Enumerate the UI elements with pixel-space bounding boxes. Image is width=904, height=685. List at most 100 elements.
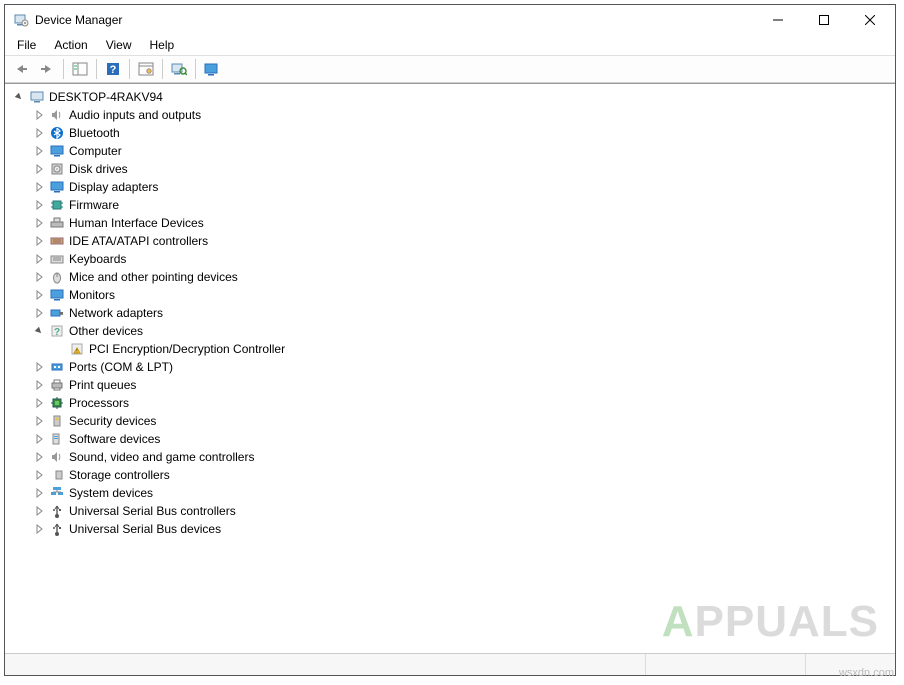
toolbar-separator (63, 59, 64, 79)
tree-category-node[interactable]: Universal Serial Bus devices (7, 520, 893, 538)
collapse-icon[interactable] (31, 323, 47, 339)
tree-node-label: Security devices (69, 414, 156, 428)
expand-icon[interactable] (31, 413, 47, 429)
menu-action[interactable]: Action (46, 36, 95, 54)
toolbar-properties-button[interactable] (134, 58, 158, 80)
statusbar (5, 653, 895, 675)
toolbar-separator (96, 59, 97, 79)
expand-icon[interactable] (31, 269, 47, 285)
expand-icon (51, 341, 67, 357)
device-manager-window: Device Manager File Action View Help (4, 4, 896, 676)
computer-icon (29, 89, 45, 105)
expand-icon[interactable] (31, 233, 47, 249)
tree-category-node[interactable]: Software devices (7, 430, 893, 448)
tree-category-node[interactable]: Audio inputs and outputs (7, 106, 893, 124)
tree-category-node[interactable]: Ports (COM & LPT) (7, 358, 893, 376)
svg-text:?: ? (54, 327, 60, 338)
tree-node-label: Mice and other pointing devices (69, 270, 238, 284)
usb-icon (49, 503, 65, 519)
tree-node-label: Sound, video and game controllers (69, 450, 254, 464)
close-button[interactable] (847, 5, 893, 35)
toolbar-back-button[interactable] (9, 58, 33, 80)
device-tree-panel[interactable]: DESKTOP-4RAKV94 Audio inputs and outputsB… (5, 83, 895, 653)
expand-icon[interactable] (31, 197, 47, 213)
tree-category-node[interactable]: Universal Serial Bus controllers (7, 502, 893, 520)
toolbar-scan-hardware-button[interactable] (167, 58, 191, 80)
tree-category-node[interactable]: System devices (7, 484, 893, 502)
expand-icon[interactable] (31, 179, 47, 195)
tree-category-node[interactable]: Firmware (7, 196, 893, 214)
toolbar-separator (129, 59, 130, 79)
tree-category-node[interactable]: Print queues (7, 376, 893, 394)
statusbar-pane-2 (645, 654, 805, 675)
expand-icon[interactable] (31, 125, 47, 141)
network-icon (49, 305, 65, 321)
toolbar-forward-button[interactable] (35, 58, 59, 80)
collapse-icon[interactable] (11, 89, 27, 105)
tree-category-node[interactable]: Disk drives (7, 160, 893, 178)
tree-category-node[interactable]: Monitors (7, 286, 893, 304)
expand-icon[interactable] (31, 431, 47, 447)
menu-help[interactable]: Help (142, 36, 183, 54)
expand-icon[interactable] (31, 287, 47, 303)
statusbar-pane-3 (805, 654, 895, 675)
menubar: File Action View Help (5, 35, 895, 55)
toolbar-separator (162, 59, 163, 79)
window-controls (755, 5, 893, 35)
menu-view[interactable]: View (98, 36, 140, 54)
tree-category-node[interactable]: Display adapters (7, 178, 893, 196)
tree-category-node[interactable]: Mice and other pointing devices (7, 268, 893, 286)
tree-category-node[interactable]: Network adapters (7, 304, 893, 322)
tree-root-node[interactable]: DESKTOP-4RAKV94 (7, 88, 893, 106)
toolbar-help-button[interactable]: ? (101, 58, 125, 80)
expand-icon[interactable] (31, 251, 47, 267)
usb-icon (49, 521, 65, 537)
expand-icon[interactable] (31, 485, 47, 501)
tree-category-node[interactable]: ?Other devices (7, 322, 893, 340)
expand-icon[interactable] (31, 449, 47, 465)
expand-icon[interactable] (31, 305, 47, 321)
port-icon (49, 359, 65, 375)
tree-node-label: Computer (69, 144, 122, 158)
tree-category-node[interactable]: Security devices (7, 412, 893, 430)
menu-file[interactable]: File (9, 36, 44, 54)
tree-node-label: DESKTOP-4RAKV94 (49, 90, 163, 104)
expand-icon[interactable] (31, 503, 47, 519)
monitor-icon (49, 287, 65, 303)
tree-category-node[interactable]: Processors (7, 394, 893, 412)
expand-icon[interactable] (31, 215, 47, 231)
maximize-button[interactable] (801, 5, 847, 35)
toolbar-show-tree-button[interactable] (68, 58, 92, 80)
tree-device-node[interactable]: !PCI Encryption/Decryption Controller (7, 340, 893, 358)
expand-icon[interactable] (31, 521, 47, 537)
printer-icon (49, 377, 65, 393)
expand-icon[interactable] (31, 143, 47, 159)
expand-icon[interactable] (31, 467, 47, 483)
tree-node-label: PCI Encryption/Decryption Controller (89, 342, 285, 356)
tree-node-label: Keyboards (69, 252, 126, 266)
unknown-icon: ? (49, 323, 65, 339)
expand-icon[interactable] (31, 107, 47, 123)
tree-node-label: Print queues (69, 378, 136, 392)
tree-category-node[interactable]: IDE ATA/ATAPI controllers (7, 232, 893, 250)
expand-icon[interactable] (31, 395, 47, 411)
tree-category-node[interactable]: Sound, video and game controllers (7, 448, 893, 466)
tree-node-label: Firmware (69, 198, 119, 212)
tree-category-node[interactable]: Human Interface Devices (7, 214, 893, 232)
minimize-button[interactable] (755, 5, 801, 35)
toolbar-add-hardware-button[interactable] (200, 58, 224, 80)
tree-category-node[interactable]: Storage controllers (7, 466, 893, 484)
titlebar: Device Manager (5, 5, 895, 35)
svg-text:?: ? (110, 64, 117, 76)
expand-icon[interactable] (31, 359, 47, 375)
tree-category-node[interactable]: Bluetooth (7, 124, 893, 142)
expand-icon[interactable] (31, 161, 47, 177)
tree-node-label: Storage controllers (69, 468, 170, 482)
expand-icon[interactable] (31, 377, 47, 393)
tree-node-label: Processors (69, 396, 129, 410)
tree-category-node[interactable]: Keyboards (7, 250, 893, 268)
statusbar-pane-1 (5, 654, 645, 675)
window-title: Device Manager (35, 13, 122, 27)
tree-category-node[interactable]: Computer (7, 142, 893, 160)
monitor-icon (49, 143, 65, 159)
